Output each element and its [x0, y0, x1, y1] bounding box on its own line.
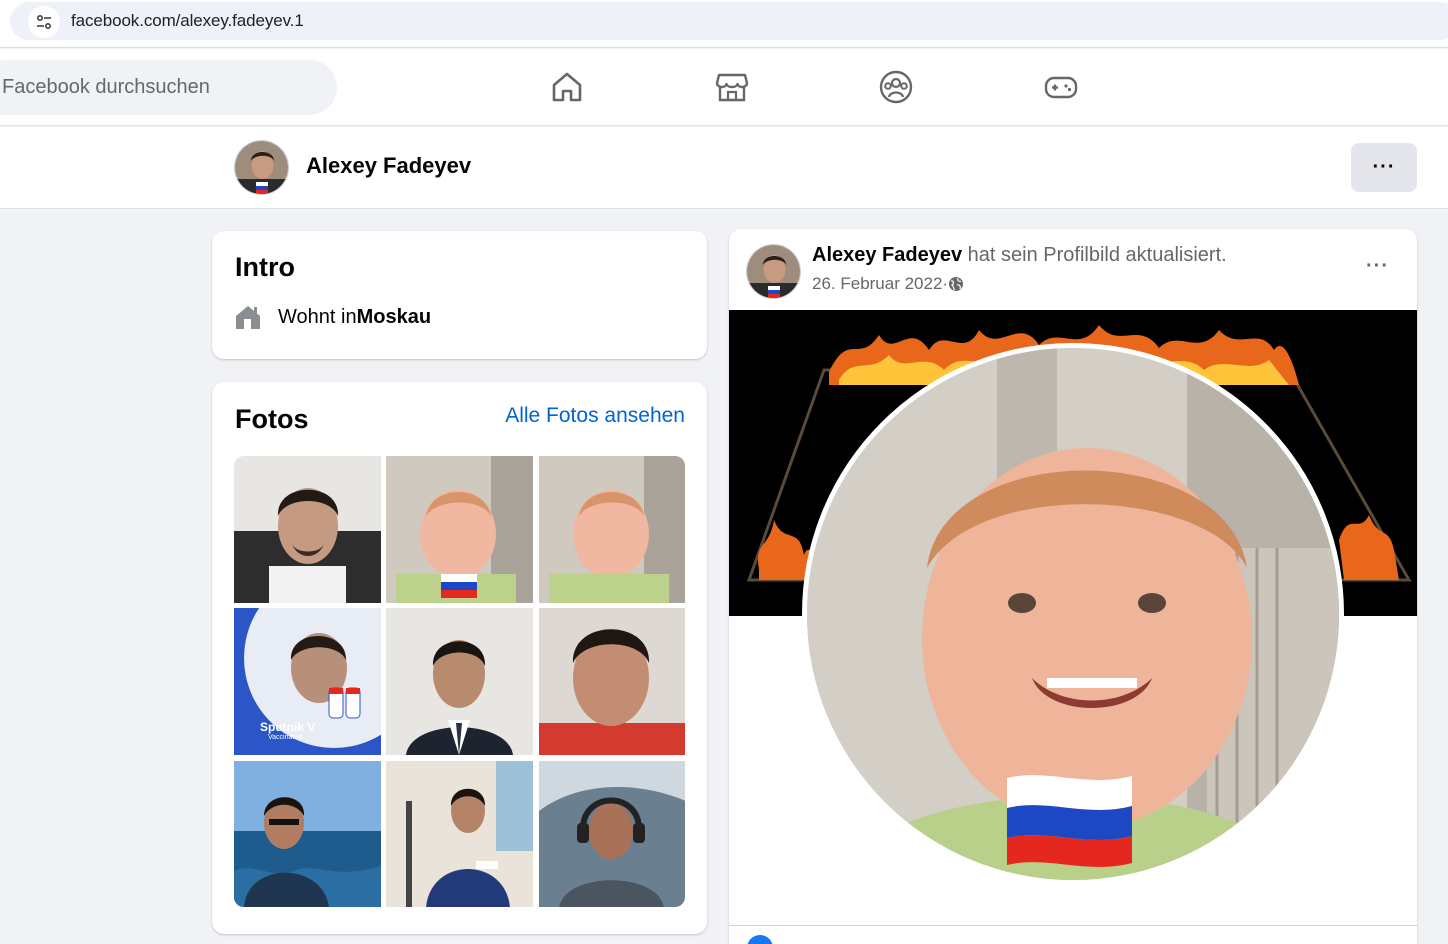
photo-thumbnail[interactable]	[386, 761, 533, 907]
url-text[interactable]: facebook.com/alexey.fadeyev.1	[71, 11, 304, 31]
profile-header-bar: Alexey Fadeyev ···	[0, 127, 1448, 209]
sputnik-title: Sputnik V	[260, 720, 316, 734]
house-icon	[236, 306, 260, 329]
photo-thumbnail[interactable]	[386, 608, 533, 755]
gaming-icon[interactable]	[1043, 69, 1079, 105]
photo-thumbnail-sputnik[interactable]: Sputnik V Vaccinated	[234, 608, 381, 755]
photo-thumbnail[interactable]	[539, 608, 685, 755]
search-placeholder: Facebook durchsuchen	[2, 76, 210, 98]
lives-in-row: Wohnt in Moskau	[234, 304, 431, 330]
post-author-avatar[interactable]	[746, 244, 801, 299]
post-divider	[729, 925, 1417, 926]
globe-icon[interactable]	[948, 276, 964, 292]
marketplace-icon[interactable]	[714, 69, 750, 105]
intro-card: Intro Wohnt in Moskau	[212, 231, 707, 359]
post-date-link[interactable]: 26. Februar 2022	[812, 274, 942, 294]
lives-in-city-link[interactable]: Moskau	[357, 306, 431, 329]
photos-card: Fotos Alle Fotos ansehen Sputnik V Vacci…	[212, 382, 707, 934]
like-reaction-icon[interactable]	[747, 935, 773, 944]
updated-profile-picture[interactable]	[802, 343, 1344, 885]
sputnik-subtitle: Vaccinated	[268, 734, 303, 741]
url-field[interactable]: facebook.com/alexey.fadeyev.1	[10, 2, 1448, 40]
post-options-button[interactable]: ···	[1366, 255, 1389, 278]
profile-name[interactable]: Alexey Fadeyev	[306, 153, 471, 179]
photo-thumbnail[interactable]	[386, 456, 533, 603]
groups-icon[interactable]	[878, 69, 914, 105]
see-all-photos-link[interactable]: Alle Fotos ansehen	[505, 404, 685, 428]
home-icon[interactable]	[549, 69, 585, 105]
post-card: Alexey Fadeyev hat sein Profilbild aktua…	[729, 229, 1417, 944]
lives-in-prefix: Wohnt in	[278, 305, 357, 328]
more-options-button[interactable]: ···	[1351, 143, 1417, 192]
photo-thumbnail[interactable]	[539, 761, 685, 907]
facebook-top-nav: Facebook durchsuchen	[0, 49, 1448, 126]
post-action-text: hat sein Profilbild aktualisiert.	[962, 244, 1227, 266]
photo-thumbnail[interactable]	[234, 456, 381, 603]
post-author-link[interactable]: Alexey Fadeyev	[812, 244, 962, 266]
search-input[interactable]: Facebook durchsuchen	[0, 60, 337, 115]
site-info-icon[interactable]	[28, 6, 60, 38]
photo-thumbnail[interactable]	[234, 761, 381, 907]
photo-thumbnail[interactable]	[539, 456, 685, 603]
photos-grid: Sputnik V Vaccinated	[234, 456, 685, 907]
post-meta: 26. Februar 2022 ·	[812, 274, 964, 294]
post-header-text: Alexey Fadeyev hat sein Profilbild aktua…	[812, 244, 1227, 267]
intro-title: Intro	[235, 252, 295, 282]
photos-title: Fotos	[235, 404, 309, 434]
profile-avatar[interactable]	[234, 140, 289, 195]
browser-address-bar: facebook.com/alexey.fadeyev.1	[0, 0, 1448, 48]
